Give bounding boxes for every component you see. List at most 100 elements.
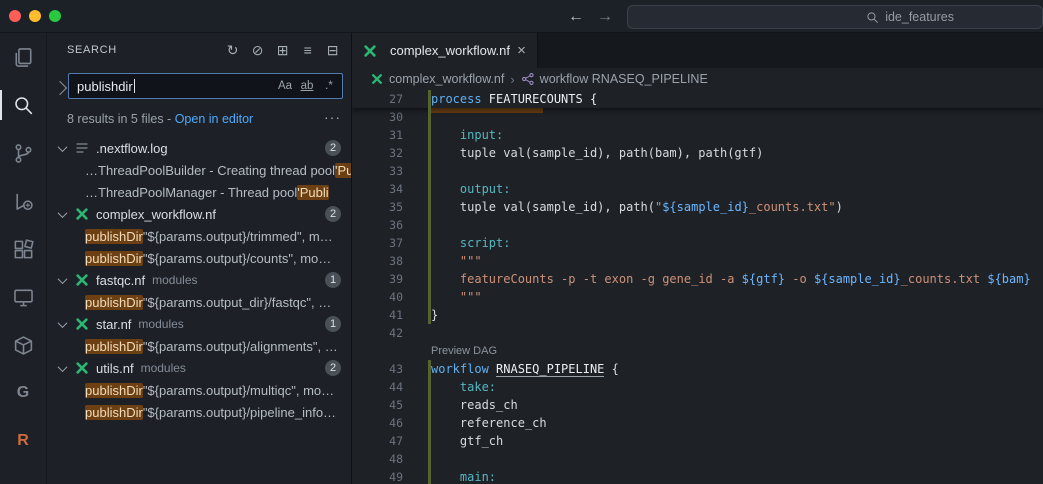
search-result-match[interactable]: publishDir "${params.output}/trimmed", m…: [47, 225, 351, 247]
search-result-match[interactable]: publishDir "${params.output}/alignments"…: [47, 335, 351, 357]
tab-bar: complex_workflow.nf ×: [352, 33, 1043, 68]
activity-source-control-icon[interactable]: [0, 129, 46, 177]
code-line[interactable]: 34 output:: [352, 180, 1043, 198]
line-number: 27: [352, 90, 431, 108]
activity-explorer-icon[interactable]: [0, 33, 46, 81]
breadcrumb-file[interactable]: complex_workflow.nf: [389, 72, 504, 86]
command-center-search[interactable]: ide_features: [627, 5, 1043, 29]
search-result-match[interactable]: …ThreadPoolManager - Thread pool 'Publi: [47, 181, 351, 203]
activity-remote-explorer-icon[interactable]: [0, 273, 46, 321]
codelens-preview-dag[interactable]: Preview DAG: [352, 342, 1043, 360]
code-line[interactable]: 41}: [352, 306, 1043, 324]
code-editor[interactable]: 3031 input:32 tuple val(sample_id), path…: [352, 90, 1043, 484]
code-line[interactable]: 47 gtf_ch: [352, 432, 1043, 450]
activity-run-debug-icon[interactable]: [0, 177, 46, 225]
search-result-file[interactable]: .nextflow.log2: [47, 137, 351, 159]
sticky-scroll-line[interactable]: 27process FEATURECOUNTS {: [352, 90, 1043, 108]
search-result-match[interactable]: publishDir "${params.output}/pipeline_in…: [47, 401, 351, 423]
line-number: 49: [352, 468, 431, 484]
traffic-lights: [0, 10, 61, 22]
search-row: publishdir Aa ab .*: [47, 67, 351, 99]
search-result-file[interactable]: fastqc.nfmodules1: [47, 269, 351, 291]
code-line[interactable]: 32 tuple val(sample_id), path(bam), path…: [352, 144, 1043, 162]
run-debug-icon: [13, 191, 34, 212]
code-line[interactable]: 37 script:: [352, 234, 1043, 252]
breadcrumb-symbol[interactable]: workflow RNASEQ_PIPELINE: [540, 72, 708, 86]
new-search-editor-icon[interactable]: ⊞: [273, 40, 293, 60]
code-line[interactable]: 35 tuple val(sample_id), path("${sample_…: [352, 198, 1043, 216]
search-icon: [13, 95, 34, 116]
result-count-badge: 2: [325, 360, 341, 376]
line-number: 45: [352, 396, 431, 414]
refresh-icon[interactable]: ↻: [223, 40, 243, 60]
chevron-down-icon[interactable]: [58, 318, 68, 328]
code-line[interactable]: 48: [352, 450, 1043, 468]
regex-toggle[interactable]: .*: [319, 76, 339, 96]
file-name: star.nf: [96, 317, 131, 332]
search-result-match[interactable]: …ThreadPoolBuilder - Creating thread poo…: [47, 159, 351, 181]
file-path: modules: [152, 273, 197, 287]
search-input[interactable]: publishdir Aa ab .*: [68, 73, 343, 99]
file-name: utils.nf: [96, 361, 134, 376]
history-nav: ← →: [568, 0, 613, 33]
line-number: 38: [352, 252, 431, 270]
code-line[interactable]: 33: [352, 162, 1043, 180]
view-as-list-icon[interactable]: ≡: [298, 40, 318, 60]
code-line[interactable]: 40 """: [352, 288, 1043, 306]
file-path: modules: [138, 317, 183, 331]
search-result-file[interactable]: utils.nfmodules2: [47, 357, 351, 379]
activity-extensions-icon[interactable]: [0, 225, 46, 273]
forward-button[interactable]: →: [597, 8, 613, 26]
search-icon: [866, 11, 879, 24]
code-line[interactable]: 39 featureCounts -p -t exon -g gene_id -…: [352, 270, 1043, 288]
line-number: 37: [352, 234, 431, 252]
activity-r-extension-icon[interactable]: R: [0, 417, 46, 465]
match-highlight: publishDir: [85, 339, 143, 354]
activity-search-icon[interactable]: [0, 81, 46, 129]
collapse-all-icon[interactable]: ⊟: [323, 40, 343, 60]
toggle-replace-chevron-icon[interactable]: [53, 81, 67, 95]
result-count-badge: 2: [325, 206, 341, 222]
maximize-window-button[interactable]: [49, 10, 61, 22]
code-line[interactable]: 43workflow RNASEQ_PIPELINE {: [352, 360, 1043, 378]
chevron-down-icon[interactable]: [58, 142, 68, 152]
code-line[interactable]: 31 input:: [352, 126, 1043, 144]
search-sidebar: SEARCH ↻⊘⊞≡⊟ publishdir Aa ab .* 8 resul…: [47, 33, 352, 484]
line-number: 33: [352, 162, 431, 180]
search-result-file[interactable]: star.nf modules 1: [47, 313, 351, 335]
line-number: 43: [352, 360, 431, 378]
code-line[interactable]: 45 reads_ch: [352, 396, 1043, 414]
tab-close-icon[interactable]: ×: [516, 42, 527, 59]
nextflow-file-icon: [74, 316, 90, 332]
tab-complex-workflow[interactable]: complex_workflow.nf ×: [352, 33, 538, 68]
close-window-button[interactable]: [9, 10, 21, 22]
code-line[interactable]: 46 reference_ch: [352, 414, 1043, 432]
search-result-match[interactable]: publishDir "${params.output}/multiqc", m…: [47, 379, 351, 401]
back-button[interactable]: ←: [568, 8, 584, 26]
activity-containers-icon[interactable]: [0, 321, 46, 369]
match-highlight: publishDir: [85, 295, 143, 310]
search-result-match[interactable]: publishDir "${params.output}/counts", mo…: [47, 247, 351, 269]
open-in-editor-link[interactable]: Open in editor: [175, 112, 254, 126]
minimize-window-button[interactable]: [29, 10, 41, 22]
code-line[interactable]: 27process FEATURECOUNTS {: [352, 90, 597, 108]
whole-word-toggle[interactable]: ab: [297, 76, 317, 96]
search-result-match[interactable]: publishDir "${params.output_dir}/fastqc"…: [47, 291, 351, 313]
breadcrumb-separator: ›: [510, 72, 514, 87]
match-case-toggle[interactable]: Aa: [275, 76, 295, 96]
code-line[interactable]: 38 """: [352, 252, 1043, 270]
code-line[interactable]: 49 main:: [352, 468, 1043, 484]
chevron-down-icon[interactable]: [58, 362, 68, 372]
text-caret: [134, 79, 135, 93]
activity-gitlens-icon[interactable]: G: [0, 369, 46, 417]
search-details-button[interactable]: ···: [324, 109, 341, 125]
search-result-file[interactable]: complex_workflow.nf2: [47, 203, 351, 225]
code-line[interactable]: 36: [352, 216, 1043, 234]
clear-results-icon[interactable]: ⊘: [248, 40, 268, 60]
sidebar-header: SEARCH ↻⊘⊞≡⊟: [47, 33, 351, 67]
code-line[interactable]: 42: [352, 324, 1043, 342]
result-count-badge: 1: [325, 316, 341, 332]
chevron-down-icon[interactable]: [58, 274, 68, 284]
chevron-down-icon[interactable]: [58, 208, 68, 218]
code-line[interactable]: 44 take:: [352, 378, 1043, 396]
